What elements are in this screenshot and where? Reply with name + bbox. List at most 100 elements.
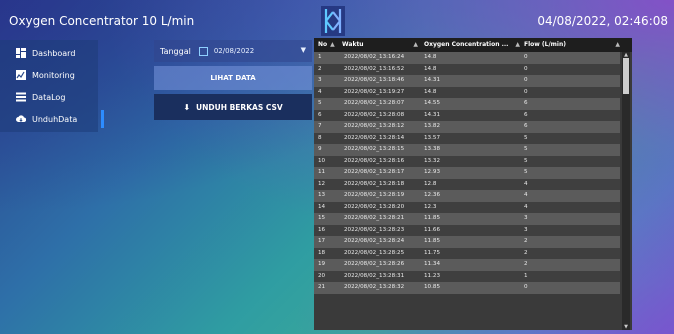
table-row[interactable]: 10 2022/08/02_13:28:16 13.32 5 — [314, 155, 620, 167]
sidebar-item-label: UnduhData — [32, 114, 78, 124]
table-cell: 6 — [524, 111, 528, 118]
table-cell: 0 — [524, 77, 528, 83]
column-header-oxygen[interactable]: Oxygen Concentration ... ▲ — [424, 38, 520, 52]
table-cell: 12 — [318, 180, 326, 187]
table-cell: 10 — [318, 157, 326, 164]
download-csv-label: UNDUH BERKAS CSV — [196, 102, 283, 112]
table-cell: 2022/08/02_13:28:20 — [344, 203, 405, 210]
table-row[interactable]: 1 2022/08/02_13:16:24 14.8 0 — [314, 52, 620, 64]
table-row[interactable]: 5 2022/08/02_13:28:07 14.55 6 — [314, 98, 620, 110]
current-datetime: 04/08/2022, 02:46:08 — [537, 14, 668, 28]
date-label: Tanggal — [160, 46, 191, 56]
table-cell: 11.85 — [424, 238, 441, 244]
table-row[interactable]: 8 2022/08/02_13:28:14 13.57 5 — [314, 132, 620, 144]
table-row[interactable]: 7 2022/08/02_13:28:12 13.82 6 — [314, 121, 620, 133]
download-csv-button[interactable]: ⬇ UNDUH BERKAS CSV — [154, 94, 312, 120]
table-cell: 3 — [318, 77, 322, 83]
table-cell: 4 — [524, 203, 528, 210]
sidebar: Dashboard Monitoring DataLog UnduhData — [0, 40, 104, 132]
table-row[interactable]: 2 2022/08/02_13:16:52 14.8 0 — [314, 63, 620, 75]
cloud-download-icon — [16, 115, 26, 122]
table-row[interactable]: 13 2022/08/02_13:28:19 12.36 4 — [314, 190, 620, 202]
table-cell: 5 — [524, 169, 528, 175]
table-cell: 12.36 — [424, 192, 441, 198]
table-cell: 2022/08/02_13:28:16 — [344, 157, 405, 164]
table-row[interactable]: 11 2022/08/02_13:28:17 12.93 5 — [314, 167, 620, 179]
table-cell: 2022/08/02_13:28:24 — [344, 238, 405, 244]
table-cell: 2022/08/02_13:28:14 — [344, 134, 405, 141]
date-picker[interactable]: Tanggal 02/08/2022 ▼ — [154, 40, 312, 62]
table-row[interactable]: 15 2022/08/02_13:28:21 11.85 3 — [314, 213, 620, 225]
table-cell: 4 — [524, 180, 528, 187]
table-row[interactable]: 4 2022/08/02_13:19:27 14.8 0 — [314, 86, 620, 98]
column-header-no[interactable]: No ▲ — [318, 38, 335, 52]
table-cell: 2 — [524, 238, 528, 244]
table-row[interactable]: 14 2022/08/02_13:28:20 12.3 4 — [314, 201, 620, 213]
table-row[interactable]: 19 2022/08/02_13:28:26 11.34 2 — [314, 259, 620, 271]
sidebar-item-label: DataLog — [32, 92, 66, 102]
table-cell: 2022/08/02_13:16:52 — [344, 65, 405, 72]
table-cell: 0 — [524, 284, 528, 290]
table-cell: 1 — [318, 54, 322, 60]
caret-down-icon: ▼ — [300, 46, 306, 54]
table-cell: 13.38 — [424, 146, 441, 152]
column-header-flow[interactable]: Flow (L/min) ▲ — [524, 38, 620, 52]
table-cell: 2022/08/02_13:28:17 — [344, 169, 405, 175]
table-cell: 14.31 — [424, 77, 441, 83]
calendar-icon — [198, 46, 208, 56]
table-row[interactable]: 20 2022/08/02_13:28:31 11.23 1 — [314, 270, 620, 282]
table-cell: 14 — [318, 203, 326, 210]
table-cell: 15 — [318, 215, 326, 221]
table-cell: 0 — [524, 65, 528, 72]
table-row[interactable]: 21 2022/08/02_13:28:32 10.85 0 — [314, 282, 620, 294]
date-value: 02/08/2022 — [213, 47, 255, 55]
app-title: Oxygen Concentrator 10 L/min — [9, 14, 195, 28]
table-row[interactable]: 18 2022/08/02_13:28:25 11.75 2 — [314, 247, 620, 259]
table-cell: 14.8 — [424, 65, 437, 72]
table-cell: 2022/08/02_13:19:27 — [344, 88, 405, 95]
sidebar-item-label: Monitoring — [32, 70, 75, 80]
table-cell: 2022/08/02_13:28:07 — [344, 100, 405, 106]
table-row[interactable]: 9 2022/08/02_13:28:15 13.38 5 — [314, 144, 620, 156]
scroll-down-icon[interactable]: ▼ — [622, 324, 630, 330]
table-row[interactable]: 3 2022/08/02_13:18:46 14.31 0 — [314, 75, 620, 87]
sidebar-item-monitoring[interactable]: Monitoring — [0, 64, 98, 86]
table-cell: 11.34 — [424, 261, 441, 267]
table-cell: 3 — [524, 226, 528, 233]
dashboard-icon — [16, 48, 26, 58]
data-table: No ▲ Waktu ▲ Oxygen Concentration ... ▲ Flo… — [314, 38, 632, 330]
table-body: 1 2022/08/02_13:16:24 14.8 0 2 2022/08/02_13:… — [314, 52, 620, 294]
table-cell: 2022/08/02_13:28:18 — [344, 180, 405, 187]
table-cell: 2022/08/02_13:28:26 — [344, 261, 405, 267]
table-row[interactable]: 17 2022/08/02_13:28:24 11.85 2 — [314, 236, 620, 248]
app-header: Oxygen Concentrator 10 L/min 04/08/2022,… — [0, 0, 674, 42]
table-cell: 6 — [318, 111, 322, 118]
table-cell: 2022/08/02_13:28:21 — [344, 215, 405, 221]
table-cell: 6 — [524, 100, 528, 106]
table-cell: 2022/08/02_13:16:24 — [344, 54, 405, 60]
scrollbar-thumb[interactable] — [623, 58, 629, 94]
view-data-button[interactable]: LIHAT DATA — [154, 66, 312, 90]
table-header: No ▲ Waktu ▲ Oxygen Concentration ... ▲ Flo… — [314, 38, 632, 52]
table-cell: 1 — [524, 272, 528, 279]
vertical-scrollbar[interactable]: ▲ ▼ — [622, 52, 630, 330]
table-cell: 11 — [318, 169, 326, 175]
sidebar-item-dashboard[interactable]: Dashboard — [0, 42, 98, 64]
table-cell: 7 — [318, 123, 322, 129]
table-cell: 13.57 — [424, 134, 441, 141]
table-row[interactable]: 12 2022/08/02_13:28:18 12.8 4 — [314, 178, 620, 190]
table-cell: 12.8 — [424, 180, 437, 187]
table-cell: 5 — [524, 134, 528, 141]
table-cell: 2022/08/02_13:28:23 — [344, 226, 405, 233]
sidebar-item-datalog[interactable]: DataLog — [0, 86, 98, 108]
sort-icon: ▲ — [515, 41, 520, 48]
table-cell: 21 — [318, 284, 326, 290]
table-row[interactable]: 6 2022/08/02_13:28:08 14.31 6 — [314, 109, 620, 121]
column-header-waktu[interactable]: Waktu ▲ — [342, 38, 418, 52]
sidebar-item-unduhdata[interactable]: UnduhData — [0, 108, 104, 130]
table-cell: 2022/08/02_13:28:31 — [344, 272, 405, 279]
table-row[interactable]: 16 2022/08/02_13:28:23 11.66 3 — [314, 224, 620, 236]
table-cell: 13.32 — [424, 157, 441, 164]
sort-icon: ▲ — [330, 41, 335, 48]
table-cell: 5 — [524, 157, 528, 164]
